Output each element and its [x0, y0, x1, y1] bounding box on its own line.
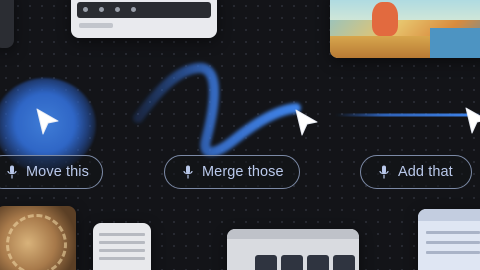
cursor-arrow-icon	[465, 107, 480, 134]
voice-command-label: Merge those	[202, 164, 284, 180]
cursor-arrow-icon	[36, 108, 59, 135]
microphone-icon	[7, 165, 17, 179]
cursor-arrow-icon	[295, 109, 318, 136]
voice-command-add-that[interactable]: Add that	[360, 155, 472, 189]
add-gesture-stroke	[330, 108, 478, 122]
microphone-icon	[379, 165, 389, 179]
voice-command-merge-those[interactable]: Merge those	[164, 155, 300, 189]
microphone-icon	[183, 165, 193, 179]
gesture-strokes	[133, 63, 478, 157]
voice-command-label: Move this	[26, 164, 89, 180]
voice-command-move-this[interactable]: Move this	[0, 155, 103, 189]
merge-gesture-stroke	[133, 63, 301, 157]
voice-control-canvas: Move this Merge those Add that	[0, 0, 480, 270]
voice-command-label: Add that	[398, 164, 453, 180]
